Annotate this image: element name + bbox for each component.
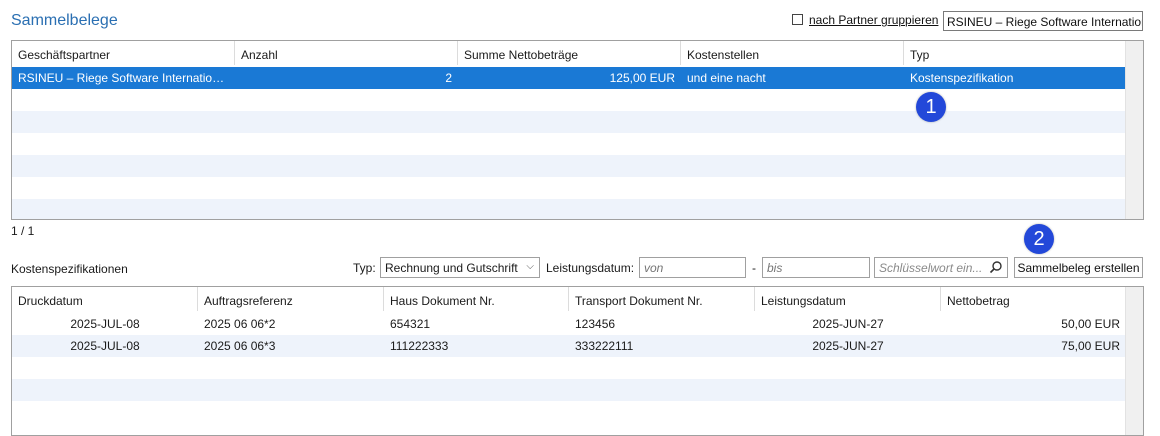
empty-row <box>12 89 1126 111</box>
chevron-down-icon: ⌵ <box>526 261 534 272</box>
partner-filter-input[interactable]: RSINEU – Riege Software Internationa <box>943 11 1143 31</box>
kostenspezifikationen-table-header: Druckdatum Auftragsreferenz Haus Dokumen… <box>12 287 1126 311</box>
section-title-kostenspezifikationen: Kostenspezifikationen <box>11 262 128 276</box>
cell-summe: 125,00 EUR <box>609 71 675 85</box>
page-title: Sammelbelege <box>11 12 118 29</box>
sammelbelege-table-header: Geschäftspartner Anzahl Summe Nettobeträ… <box>12 41 1126 65</box>
typ-label: Typ: <box>353 261 376 275</box>
sammelbelege-table: Geschäftspartner Anzahl Summe Nettobeträ… <box>11 40 1144 220</box>
date-to-input[interactable] <box>762 257 870 278</box>
annotation-badge-1: 1 <box>916 92 946 122</box>
group-by-partner-checkbox[interactable] <box>792 14 803 25</box>
cell-leistungsdatum: 2025-JUN-27 <box>812 317 884 331</box>
cell-nettobetrag: 75,00 EUR <box>1061 339 1120 353</box>
column-header-leistungsdatum[interactable]: Leistungsdatum <box>755 287 941 311</box>
empty-row <box>12 155 1126 177</box>
keyword-search-input[interactable]: Schlüsselwort ein... <box>874 257 1008 278</box>
empty-row <box>12 177 1126 199</box>
cell-typ: Kostenspezifikation <box>910 71 1014 85</box>
cell-druckdatum: 2025-JUL-08 <box>70 317 140 331</box>
column-header-haus-dokument[interactable]: Haus Dokument Nr. <box>384 287 569 311</box>
date-range-dash: - <box>752 261 756 275</box>
vertical-scrollbar[interactable] <box>1125 41 1143 219</box>
empty-row <box>12 401 1126 423</box>
vertical-scrollbar[interactable] <box>1125 287 1143 435</box>
typ-select[interactable]: Rechnung und Gutschrift ⌵ <box>380 257 540 278</box>
typ-select-value: Rechnung und Gutschrift <box>385 261 518 275</box>
leistungsdatum-label: Leistungsdatum: <box>546 261 635 275</box>
column-header-anzahl[interactable]: Anzahl <box>235 41 458 65</box>
cell-transport-dokument: 333222111 <box>575 339 634 353</box>
search-placeholder: Schlüsselwort ein... <box>879 261 983 275</box>
cell-leistungsdatum: 2025-JUN-27 <box>812 339 884 353</box>
column-header-druckdatum[interactable]: Druckdatum <box>12 287 198 311</box>
create-sammelbeleg-button[interactable]: Sammelbeleg erstellen <box>1014 257 1143 278</box>
column-header-typ[interactable]: Typ <box>904 41 1126 65</box>
cell-auftragsreferenz: 2025 06 06*2 <box>204 317 276 331</box>
empty-row <box>12 133 1126 155</box>
column-header-auftragsreferenz[interactable]: Auftragsreferenz <box>198 287 384 311</box>
annotation-badge-2: 2 <box>1024 224 1054 254</box>
empty-row <box>12 357 1126 379</box>
column-header-nettobetrag[interactable]: Nettobetrag <box>941 287 1126 311</box>
kostenspezifikationen-table: Druckdatum Auftragsreferenz Haus Dokumen… <box>11 286 1144 436</box>
cell-kostenstellen: und eine nacht <box>687 71 766 85</box>
cell-auftragsreferenz: 2025 06 06*3 <box>204 339 276 353</box>
column-header-transport-dokument[interactable]: Transport Dokument Nr. <box>569 287 755 311</box>
cell-transport-dokument: 123456 <box>575 317 616 331</box>
column-header-kostenstellen[interactable]: Kostenstellen <box>681 41 904 65</box>
empty-row <box>12 111 1126 133</box>
empty-row <box>12 379 1126 401</box>
group-by-partner-label[interactable]: nach Partner gruppieren <box>809 13 938 27</box>
cell-anzahl: 2 <box>445 71 452 85</box>
cell-haus-dokument: 111222333 <box>390 339 449 353</box>
empty-row <box>12 199 1126 219</box>
table-row[interactable]: 2025-JUL-08 2025 06 06*2 654321 123456 2… <box>12 313 1126 335</box>
column-header-geschaeftspartner[interactable]: Geschäftspartner <box>12 41 235 65</box>
search-icon[interactable] <box>989 260 1003 274</box>
table-row[interactable]: RSINEU – Riege Software International ..… <box>12 67 1126 89</box>
cell-druckdatum: 2025-JUL-08 <box>70 339 140 353</box>
column-header-summe-nettobetraege[interactable]: Summe Nettobeträge <box>458 41 681 65</box>
table-row[interactable]: 2025-JUL-08 2025 06 06*3 111222333 33322… <box>12 335 1126 357</box>
cell-partner: RSINEU – Riege Software International ..… <box>18 71 235 85</box>
cell-nettobetrag: 50,00 EUR <box>1061 317 1120 331</box>
date-from-input[interactable] <box>639 257 746 278</box>
pager-text: 1 / 1 <box>11 224 35 238</box>
cell-haus-dokument: 654321 <box>390 317 431 331</box>
